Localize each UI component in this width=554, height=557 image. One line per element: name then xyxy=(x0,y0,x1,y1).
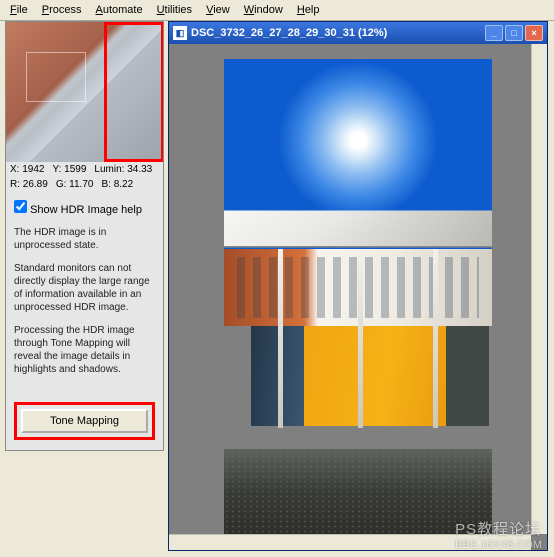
image-window-title: DSC_3732_26_27_28_29_30_31 (12%) xyxy=(191,27,483,39)
g-label: G: xyxy=(56,179,67,190)
menu-process[interactable]: Process xyxy=(36,2,88,18)
menu-file[interactable]: File xyxy=(4,2,34,18)
rgb-readout: R: 26.89 G: 11.70 B: 8.22 xyxy=(6,177,163,192)
close-button[interactable]: × xyxy=(525,25,543,41)
coord-readout: X: 1942 Y: 1599 Lumin: 34.33 xyxy=(6,162,163,177)
lumin-value: 34.33 xyxy=(127,164,152,175)
image-titlebar[interactable]: ◧ DSC_3732_26_27_28_29_30_31 (12%) _ □ × xyxy=(169,22,547,44)
photo-roof xyxy=(224,211,492,248)
hdr-photo xyxy=(224,59,492,535)
r-value: 26.89 xyxy=(23,179,48,190)
help-p1: The HDR image is in unprocessed state. xyxy=(14,226,155,252)
menu-window[interactable]: Window xyxy=(238,2,289,18)
watermark: PS教程论坛 BBS.16XX8.COM xyxy=(455,518,542,551)
y-label: Y: xyxy=(52,164,61,175)
maximize-button[interactable]: □ xyxy=(505,25,523,41)
help-text: The HDR image is in unprocessed state. S… xyxy=(14,226,155,376)
tone-mapping-button[interactable]: Tone Mapping xyxy=(21,409,148,433)
photo-building xyxy=(224,221,492,459)
menu-utilities[interactable]: Utilities xyxy=(151,2,198,18)
menubar: File Process Automate Utilities View Win… xyxy=(0,0,554,21)
x-value: 1942 xyxy=(22,164,44,175)
photo-cobblestone xyxy=(224,449,492,535)
vertical-scrollbar[interactable] xyxy=(531,44,547,534)
hdr-preview[interactable]: _ × xyxy=(6,22,163,162)
watermark-line1: PS教程论坛 xyxy=(455,518,542,539)
g-value: 11.70 xyxy=(69,179,93,190)
photo-pillar xyxy=(278,249,283,428)
menu-view[interactable]: View xyxy=(200,2,236,18)
image-window-icon: ◧ xyxy=(173,26,187,40)
photo-pillar xyxy=(433,249,438,428)
help-p2: Standard monitors can not directly displ… xyxy=(14,262,155,314)
menu-help[interactable]: Help xyxy=(291,2,326,18)
watermark-line2: BBS.16XX8.COM xyxy=(455,539,542,551)
show-help-label: Show HDR Image help xyxy=(30,204,142,216)
photo-orange-wall xyxy=(304,326,451,426)
tone-mapping-highlight: Tone Mapping xyxy=(14,402,155,440)
b-value: 8.22 xyxy=(114,179,133,190)
help-checkbox-row: Show HDR Image help xyxy=(14,200,155,216)
r-label: R: xyxy=(10,179,20,190)
image-window: ◧ DSC_3732_26_27_28_29_30_31 (12%) _ □ × xyxy=(168,21,548,551)
y-value: 1599 xyxy=(64,164,86,175)
help-section: Show HDR Image help The HDR image is in … xyxy=(6,192,163,394)
photo-dark-side xyxy=(446,326,489,426)
preview-crosshair xyxy=(26,52,86,102)
x-label: X: xyxy=(10,164,19,175)
help-p3: Processing the HDR image through Tone Ma… xyxy=(14,324,155,376)
photo-pillar xyxy=(358,249,363,428)
minimize-button[interactable]: _ xyxy=(485,25,503,41)
lumin-label: Lumin: xyxy=(94,164,124,175)
b-label: B: xyxy=(101,179,110,190)
preview-panel: _ × X: 1942 Y: 1599 Lumin: 34.33 R: 26.8… xyxy=(5,21,164,451)
image-canvas[interactable] xyxy=(169,44,547,550)
menu-automate[interactable]: Automate xyxy=(90,2,149,18)
show-help-checkbox[interactable] xyxy=(14,200,27,213)
